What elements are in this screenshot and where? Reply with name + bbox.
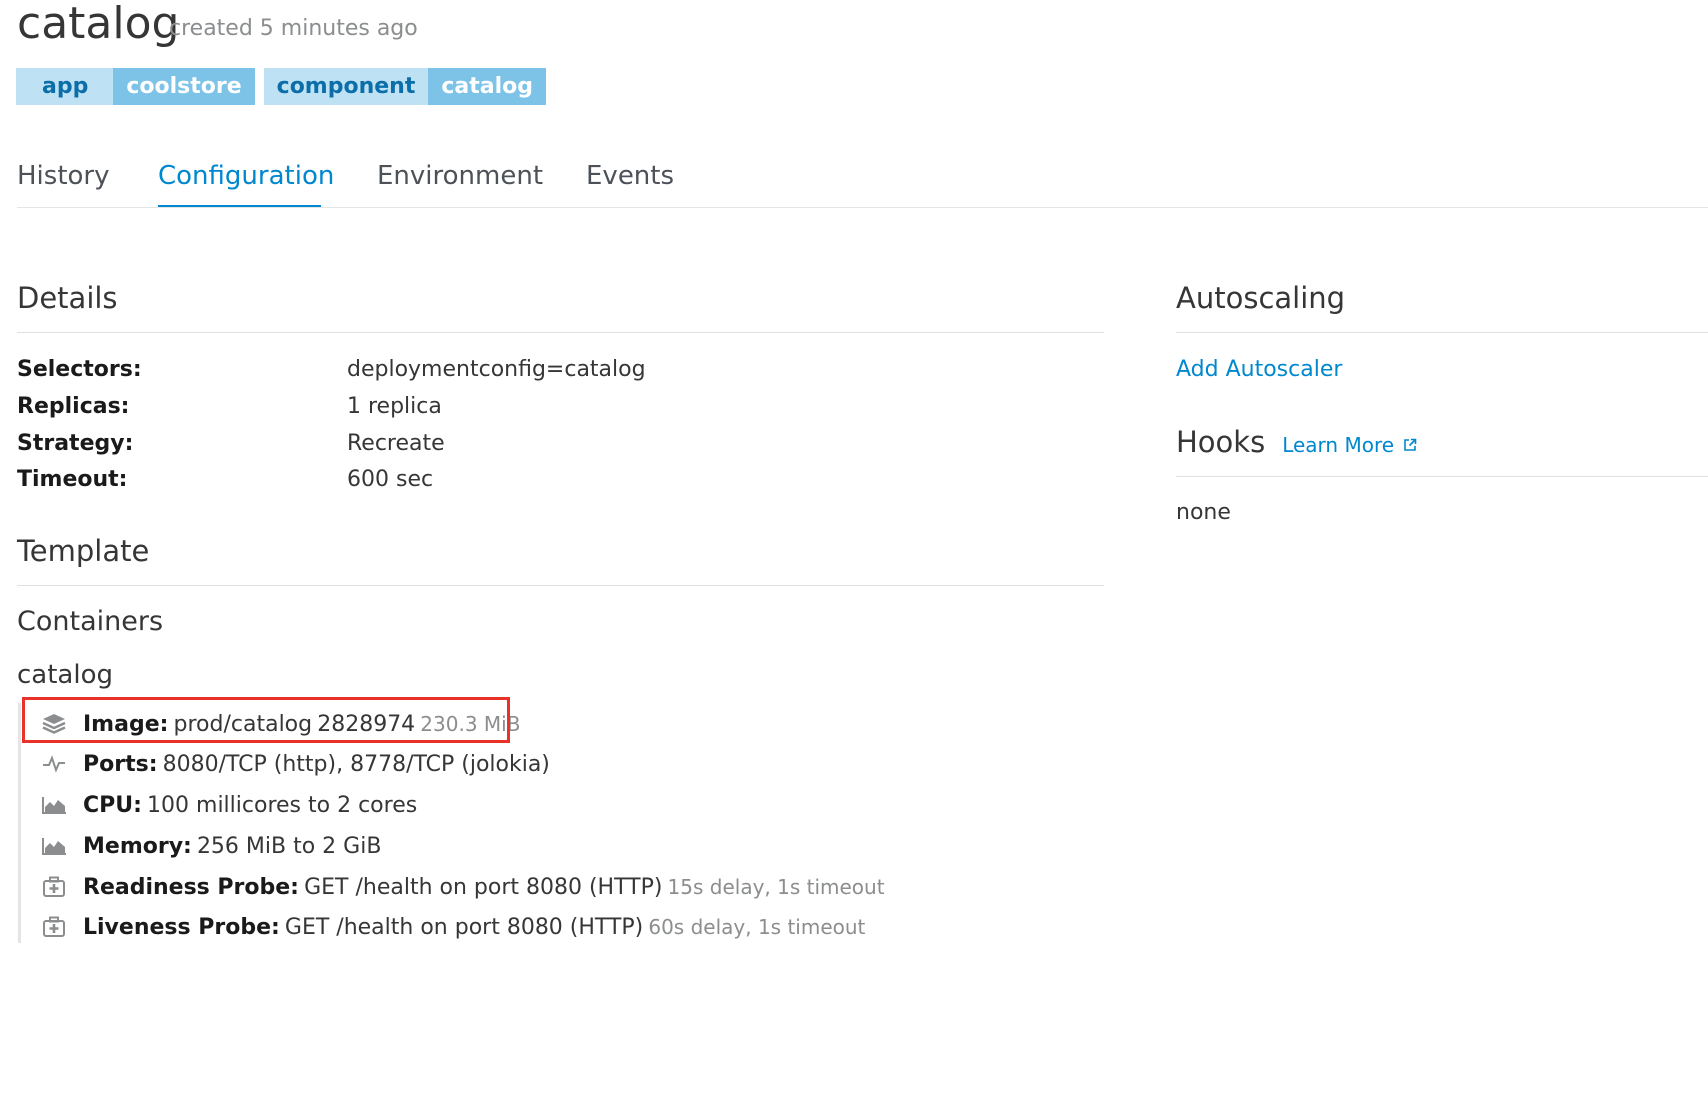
label-key[interactable]: app xyxy=(16,68,114,105)
add-autoscaler-link[interactable]: Add Autoscaler xyxy=(1176,355,1342,385)
template-divider xyxy=(17,585,1104,586)
selectors-value: deploymentconfig=catalog xyxy=(347,357,646,382)
memory-row: Memory: 256 MiB to 2 GiB xyxy=(41,831,381,861)
readiness-probe-value: GET /health on port 8080 (HTTP) xyxy=(304,874,663,900)
label-value[interactable]: catalog xyxy=(428,68,547,105)
learn-more-link[interactable]: Learn More xyxy=(1282,433,1417,457)
area-chart-icon xyxy=(41,794,67,816)
created-timestamp: created 5 minutes ago xyxy=(169,16,418,41)
hooks-value: none xyxy=(1176,500,1231,525)
readiness-probe-meta: 15s delay, 1s timeout xyxy=(667,875,885,899)
tab-configuration[interactable]: Configuration xyxy=(158,158,334,194)
container-name: catalog xyxy=(17,660,113,690)
containers-heading: Containers xyxy=(17,606,164,637)
timeout-value: 600 sec xyxy=(347,467,434,492)
strategy-label: Strategy: xyxy=(17,431,134,456)
cpu-label: CPU: xyxy=(83,792,142,818)
liveness-probe-label: Liveness Probe: xyxy=(83,914,280,940)
details-heading: Details xyxy=(17,281,118,315)
strategy-value: Recreate xyxy=(347,431,445,456)
pulse-icon xyxy=(41,753,67,775)
liveness-probe-meta: 60s delay, 1s timeout xyxy=(648,915,866,939)
tabs-divider xyxy=(17,207,1708,208)
readiness-probe-row: Readiness Probe: GET /health on port 808… xyxy=(41,872,885,902)
selectors-label: Selectors: xyxy=(17,357,142,382)
liveness-probe-row: Liveness Probe: GET /health on port 8080… xyxy=(41,912,865,942)
autoscaling-heading: Autoscaling xyxy=(1176,281,1346,315)
label-list: app coolstore component catalog xyxy=(16,68,547,105)
details-divider xyxy=(17,332,1104,333)
replicas-value: 1 replica xyxy=(347,394,442,419)
area-chart-icon xyxy=(41,835,67,857)
tab-environment[interactable]: Environment xyxy=(377,158,543,194)
medkit-icon xyxy=(41,876,67,898)
label-component[interactable]: component catalog xyxy=(263,68,547,105)
cpu-row: CPU: 100 millicores to 2 cores xyxy=(41,790,417,820)
template-heading: Template xyxy=(17,534,150,568)
autoscaling-divider xyxy=(1176,332,1708,333)
label-app[interactable]: app coolstore xyxy=(16,68,255,105)
label-value[interactable]: coolstore xyxy=(113,68,255,105)
medkit-icon xyxy=(41,916,67,938)
liveness-probe-value: GET /health on port 8080 (HTTP) xyxy=(284,914,644,940)
tab-bar: History Configuration Environment Events xyxy=(17,158,1708,208)
cpu-value: 100 millicores to 2 cores xyxy=(147,792,418,818)
label-key[interactable]: component xyxy=(263,68,429,105)
hooks-divider xyxy=(1176,476,1708,477)
ports-label: Ports: xyxy=(83,751,158,777)
replicas-label: Replicas: xyxy=(17,394,130,419)
memory-value: 256 MiB to 2 GiB xyxy=(196,833,382,859)
ports-value: 8080/TCP (http), 8778/TCP (jolokia) xyxy=(162,751,550,777)
readiness-probe-label: Readiness Probe: xyxy=(83,874,299,900)
tab-events[interactable]: Events xyxy=(586,158,674,194)
tab-history[interactable]: History xyxy=(17,158,110,194)
page-title: catalog xyxy=(17,0,180,49)
external-link-icon xyxy=(1404,438,1417,451)
hooks-header: Hooks Learn More xyxy=(1176,422,1417,462)
learn-more-label[interactable]: Learn More xyxy=(1282,433,1394,457)
highlight-box xyxy=(22,697,510,743)
memory-label: Memory: xyxy=(83,833,192,859)
timeout-label: Timeout: xyxy=(17,467,128,492)
hooks-heading: Hooks xyxy=(1176,425,1266,459)
ports-row: Ports: 8080/TCP (http), 8778/TCP (joloki… xyxy=(41,749,550,779)
